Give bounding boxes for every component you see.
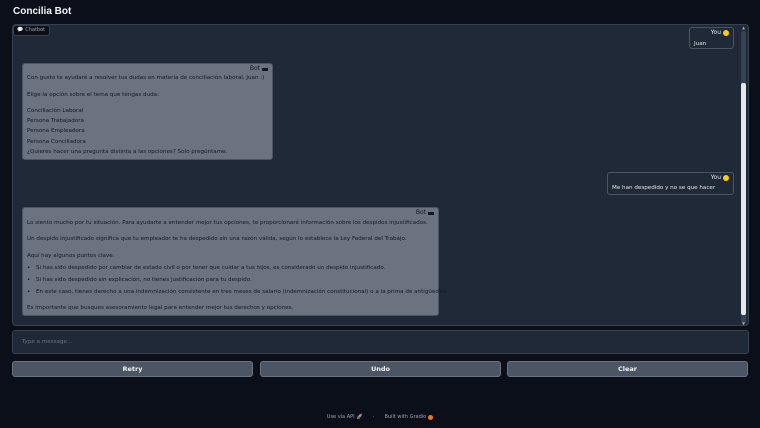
- bot-message: Bot Lo siento mucho por tu situación. Pa…: [22, 207, 448, 316]
- gradio-link-label: Built with Gradio: [384, 414, 427, 420]
- message-line: Un despido injustificado significa que t…: [27, 236, 407, 242]
- api-link-label: Use via API: [326, 414, 355, 420]
- footer-separator: ·: [372, 414, 375, 420]
- message-line: Conciliación Laboral: [27, 108, 84, 114]
- chatbot-panel[interactable]: 💬 Chatbot You Juan Bot Con gusto te ayud…: [12, 24, 749, 326]
- bot-icon: [428, 211, 434, 215]
- message-line: Persona Empleadora: [27, 128, 85, 134]
- message-line: Persona Conciliadora: [27, 139, 86, 145]
- message-input[interactable]: [13, 331, 748, 353]
- scroll-up-icon[interactable]: ▲: [741, 25, 746, 30]
- bullet-icon: •: [27, 265, 31, 271]
- message-role: Bot: [250, 66, 268, 72]
- chat-scrollbar[interactable]: [741, 31, 746, 323]
- bullet-icon: •: [27, 277, 31, 283]
- undo-button[interactable]: Undo: [260, 361, 501, 377]
- app-title: Concilia Bot: [13, 6, 72, 17]
- scroll-down-icon[interactable]: ▼: [741, 321, 746, 325]
- bot-message: Bot Con gusto te ayudaré a resolver tus …: [22, 63, 273, 160]
- user-message: You Juan: [689, 27, 734, 49]
- message-line: Si has sido despedido sin explicación, n…: [36, 277, 252, 283]
- role-label: You: [710, 29, 721, 36]
- user-message: You Me han despedido y no se que hacer: [607, 172, 734, 195]
- role-label: Bot: [249, 65, 260, 72]
- message-input-box[interactable]: [12, 330, 749, 354]
- message-line: Persona Trabajadora: [27, 118, 84, 124]
- message-line: Es importante que busques asesoramiento …: [27, 305, 294, 311]
- chatbot-label: 💬 Chatbot: [13, 25, 51, 36]
- api-link[interactable]: Use via API 🚀: [327, 414, 363, 420]
- gradio-logo-icon: [428, 414, 434, 420]
- message-line: Aquí hay algunos puntos clave:: [27, 253, 115, 259]
- message-line: En este caso, tienes derecho a una indem…: [36, 289, 448, 295]
- message-role: You: [711, 175, 729, 181]
- role-label: Bot: [415, 209, 426, 216]
- chatbot-label-text: Chatbot: [25, 27, 46, 33]
- role-label: You: [710, 174, 721, 181]
- footer: Use via API 🚀 · Built with Gradio: [0, 414, 760, 420]
- smiley-icon: [723, 30, 729, 36]
- message-line: Me han despedido y no se que hacer: [612, 185, 716, 191]
- message-line: Juan: [694, 41, 707, 47]
- message-role: You: [711, 30, 729, 36]
- bot-icon: [262, 67, 268, 71]
- clear-button[interactable]: Clear: [507, 361, 748, 377]
- retry-button[interactable]: Retry: [12, 361, 253, 377]
- smiley-icon: [723, 175, 729, 181]
- rocket-icon: 🚀: [356, 414, 363, 420]
- message-line: Si has sido despedido por cambiar de est…: [36, 265, 386, 271]
- message-line: Elige la opción sobre el tema que tengas…: [27, 92, 159, 98]
- message-line: Lo siento mucho por tu situación. Para a…: [27, 220, 428, 226]
- message-line: Con gusto te ayudaré a resolver tus duda…: [27, 75, 265, 81]
- bullet-icon: •: [27, 289, 31, 295]
- message-line: ¿Quieres hacer una pregunta distinta a l…: [27, 149, 228, 155]
- gradio-link[interactable]: Built with Gradio: [384, 414, 434, 420]
- scroll-thumb[interactable]: [741, 83, 746, 315]
- message-role: Bot: [416, 210, 434, 216]
- chat-icon: 💬: [17, 27, 24, 33]
